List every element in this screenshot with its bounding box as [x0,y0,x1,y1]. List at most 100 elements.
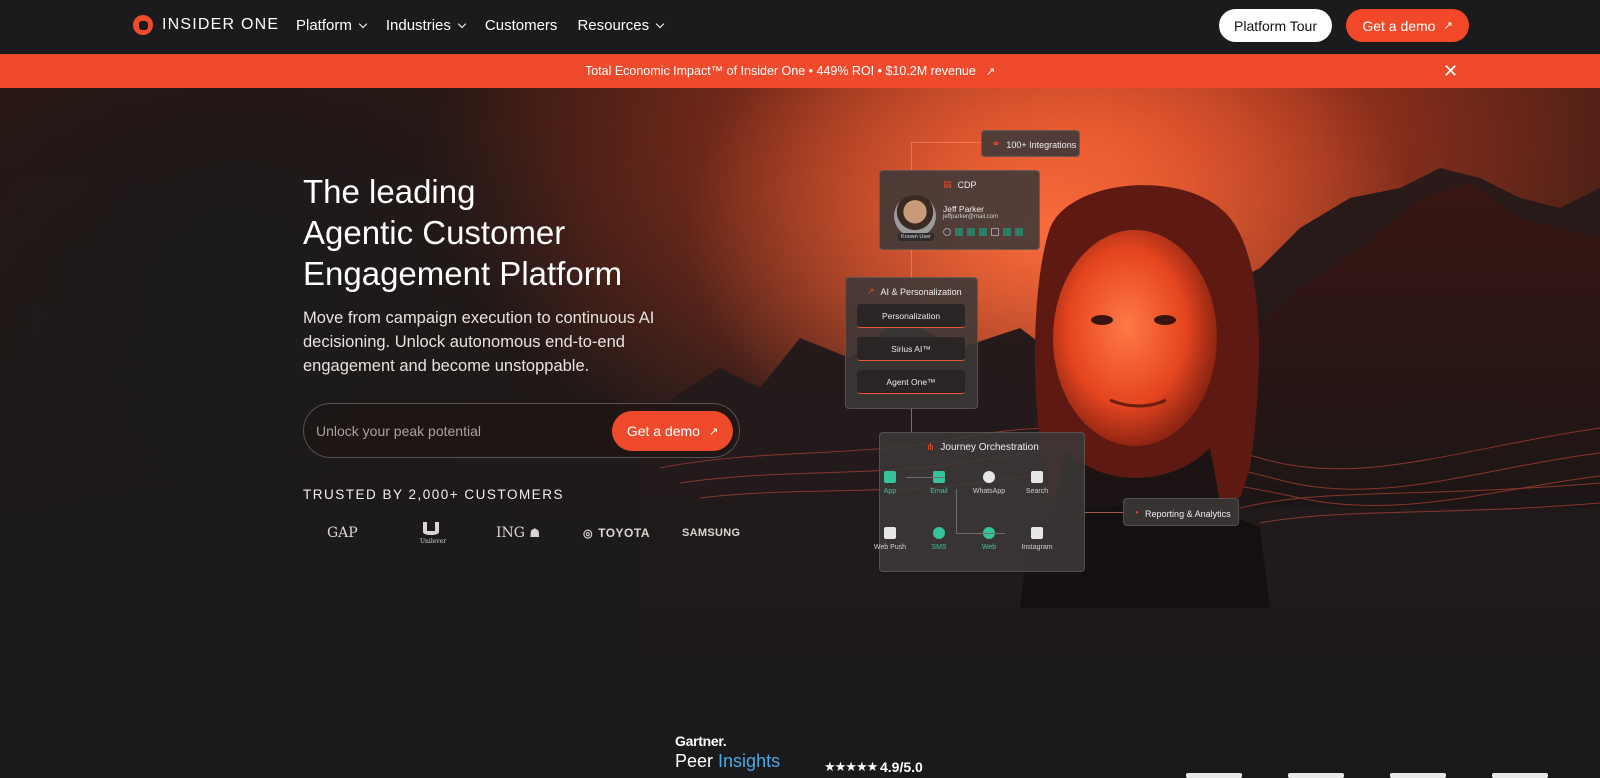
hero-get-demo-button[interactable]: Get a demo ↗ [612,411,733,451]
node-web-push: Web Push [870,527,910,551]
flow-line [956,533,1005,534]
email-icon [967,228,975,236]
unilever-logo-text: Unilever [420,538,447,545]
connector-line [911,142,912,172]
arrow-up-right-icon: ↗ [1443,20,1453,32]
rating-value: 4.9/5.0 [880,759,923,775]
app-icon [1015,228,1023,236]
main-menu: Platform Industries Customers Resources [296,17,665,34]
database-icon: ▤ [943,179,952,189]
menu-item-platform[interactable]: Platform [296,17,368,34]
push-icon [884,527,896,539]
toyota-logo-text: TOYOTA [598,526,650,540]
node-label: Search [1025,488,1049,495]
instagram-icon [1031,527,1043,539]
user-name: Jeff Parker [943,204,984,214]
menu-item-customers[interactable]: Customers [485,17,558,34]
connector-line [911,406,912,432]
lion-icon: ☗ [529,526,541,540]
menu-item-label: Resources [577,17,650,34]
menu-item-label: Platform [296,17,352,34]
insights-text: Insights [718,751,781,771]
web-icon [979,228,987,236]
user-email: jeffparker@mail.com [943,214,998,220]
email-input[interactable] [316,418,596,444]
link-icon: ⚭ [992,139,1001,150]
banner-text: Total Economic Impact™ of Insider One • … [584,64,976,78]
demo-signup-form: Get a demo ↗ [303,403,740,458]
agent-one-item[interactable]: Agent One™ [857,370,965,394]
known-user-badge: Known User [898,233,934,241]
node-sms: SMS [919,527,959,551]
hero-get-demo-label: Get a demo [626,423,700,439]
ai-personalization-card[interactable]: ↗ AI & Personalization Personalization S… [845,277,978,409]
flow-line [956,489,957,533]
arrow-up-right-icon: ↗ [985,65,996,78]
node-label: App [883,488,897,495]
award-badge [1492,773,1548,778]
sms-icon [955,228,963,236]
node-instagram: Instagram [1017,527,1057,551]
personalization-item[interactable]: Personalization [857,304,965,328]
node-web: Web [969,527,1009,551]
customer-logos: GAP Unilever ING ☗ ◎ TOYOTA SAMSUNG [303,520,743,550]
reporting-analytics-card[interactable]: ◔ Reporting & Analytics [1123,498,1239,526]
menu-item-industries[interactable]: Industries [386,17,467,34]
rating-stars-icon: ★★★★★ [824,759,878,774]
mountain-background [640,168,1600,778]
trend-icon: ↗ [867,286,875,296]
pie-chart-icon: ◔ [1133,508,1140,519]
channel-icons [943,228,1023,236]
gartner-brand: Gartner. [675,733,727,749]
connector-line [911,248,912,278]
arrow-up-right-icon: ↗ [708,425,719,438]
ing-logo-text: ING [496,525,525,541]
phone-icon [884,471,896,483]
menu-item-resources[interactable]: Resources [577,17,665,34]
journey-orchestration-card[interactable]: ⋔ Journey Orchestration App Email WhatsA… [874,432,1085,572]
node-email: Email [919,471,959,495]
toyota-logo: ◎ TOYOTA [583,526,650,540]
menu-item-label: Customers [484,17,558,34]
hero-subtitle: Move from campaign execution to continuo… [303,309,655,375]
hero-headline: The leading Agentic Customer Engagement … [303,171,723,294]
nav-get-demo-button[interactable]: Get a demo ↗ [1346,9,1469,42]
ing-logo: ING ☗ [496,525,540,541]
award-badge [1390,773,1446,778]
toyota-mark-icon: ◎ [583,528,594,540]
node-label: WhatsApp [972,488,1006,495]
hero-section: ⚭ 100+ Integrations ▤ CDP Known User Jef… [0,88,1600,778]
node-whatsapp: WhatsApp [969,471,1009,495]
node-label: Web Push [873,544,907,551]
whatsapp-icon [983,471,995,483]
peer-text: Peer [675,751,714,771]
integrations-label: 100+ Integrations [1006,139,1077,150]
journey-title: Journey Orchestration [940,442,1039,453]
award-badge [1186,773,1242,778]
trusted-label: TRUSTED BY 2,000+ CUSTOMERS [303,487,564,502]
cdp-title: CDP [957,179,977,190]
app-icon [1003,228,1011,236]
announcement-banner[interactable]: Total Economic Impact™ of Insider One • … [0,54,1600,88]
cdp-card[interactable]: ▤ CDP Known User Jeff Parker jeffparker@… [879,170,1040,250]
unilever-logo: Unilever [420,520,446,545]
headline-line: Agentic Customer [303,214,566,251]
connector-line [911,142,983,143]
sms-icon [933,527,945,539]
chevron-down-icon [655,19,665,28]
gartner-peer-insights-logo[interactable]: Gartner. Peer Insights [675,733,780,772]
node-label: SMS [931,544,947,551]
unilever-mark-icon [423,522,439,535]
platform-tour-button[interactable]: Platform Tour [1219,9,1332,42]
node-label: Web [981,544,997,551]
integrations-card[interactable]: ⚭ 100+ Integrations [981,130,1080,157]
reporting-label: Reporting & Analytics [1145,508,1231,519]
headline-line: The leading [303,173,476,210]
avatar [894,195,936,237]
sirius-ai-item[interactable]: Sirius AI™ [857,337,965,361]
chevron-down-icon [457,19,467,28]
logo[interactable]: INSIDER ONE [133,15,279,35]
search-icon [1031,471,1043,483]
close-icon[interactable]: ✕ [1443,61,1458,81]
flow-icon: ⋔ [926,442,935,453]
